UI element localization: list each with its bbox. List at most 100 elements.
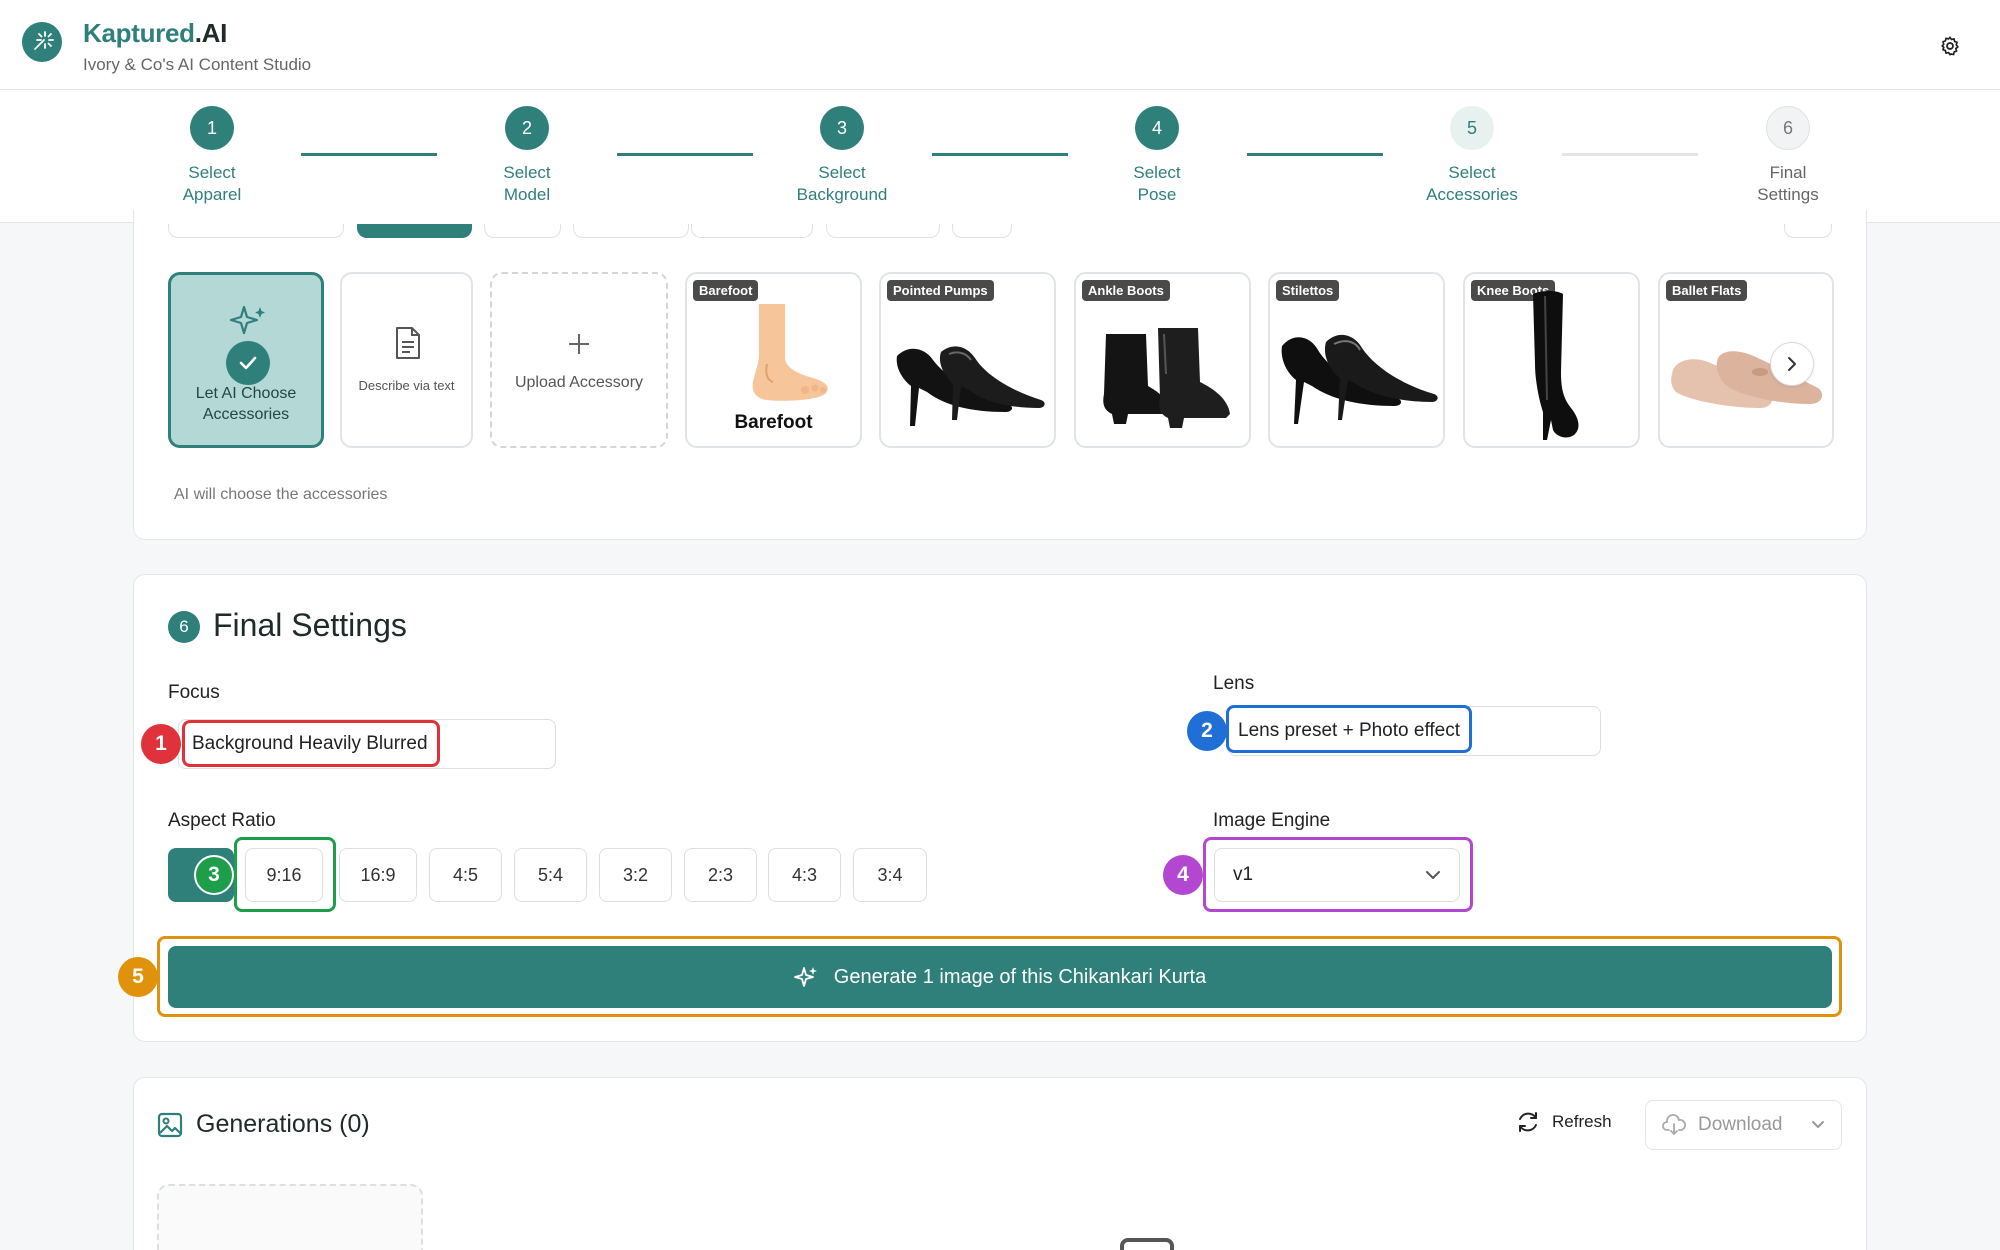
step-label: Final — [1769, 163, 1807, 182]
step-label: Select — [1448, 163, 1496, 182]
section-number-badge: 6 — [168, 611, 200, 643]
filter-chip[interactable] — [573, 224, 689, 238]
step-label: Accessories — [1426, 185, 1518, 204]
progress-stepper: 1 Select Apparel 2 Select Model 3 Select Ba… — [0, 90, 2000, 223]
accessory-tile-pointed-pumps[interactable]: Pointed Pumps — [879, 272, 1056, 448]
accessory-tile-knee-boots[interactable]: Knee Boots — [1463, 272, 1640, 448]
download-button[interactable]: Download — [1645, 1100, 1842, 1150]
filter-chip[interactable] — [1784, 224, 1832, 238]
empty-state-icon — [1120, 1238, 1174, 1250]
focus-input[interactable]: Background Heavily Blurred — [178, 719, 556, 769]
filter-chip[interactable] — [952, 224, 1012, 238]
accessory-tag: Pointed Pumps — [887, 280, 994, 301]
document-icon — [396, 327, 420, 359]
accessory-tag: Barefoot — [693, 280, 759, 301]
refresh-icon — [1519, 1112, 1537, 1132]
aspect-ratio-option[interactable]: 3:2 — [599, 848, 672, 902]
app-header: Kaptured.AI Ivory & Co's AI Content Stud… — [0, 0, 2000, 90]
generations-title: Generations (0) — [196, 1110, 370, 1138]
annotation-badge: 2 — [1187, 711, 1227, 751]
refresh-button[interactable]: Refresh — [1516, 1110, 1612, 1134]
tile-label: Upload Accessory — [514, 374, 644, 391]
step-number: 4 — [1135, 106, 1179, 150]
annotation-badge: 3 — [194, 855, 234, 895]
barefoot-image — [752, 304, 828, 401]
aspect-ratio-option[interactable]: 3:4 — [853, 848, 927, 902]
step-select-pose[interactable]: 4 Select Pose — [1077, 106, 1237, 206]
focus-label: Focus — [168, 682, 220, 703]
aspect-ratio-option[interactable]: 4:5 — [429, 848, 502, 902]
image-engine-select[interactable]: v1 — [1214, 848, 1460, 902]
gear-icon[interactable] — [1934, 30, 1966, 62]
accessory-tile-stilettos[interactable]: Stilettos — [1268, 272, 1445, 448]
step-number: 3 — [820, 106, 864, 150]
chevron-down-icon — [1812, 1121, 1824, 1128]
step-select-accessories[interactable]: 5 Select Accessories — [1392, 106, 1552, 206]
describe-via-text-tile[interactable]: Describe via text — [340, 272, 473, 448]
accessory-tile-ankle-boots[interactable]: Ankle Boots — [1074, 272, 1251, 448]
filter-chip[interactable] — [691, 224, 813, 238]
filter-chip[interactable] — [484, 224, 561, 238]
step-select-model[interactable]: 2 Select Model — [447, 106, 607, 206]
generate-button[interactable]: Generate 1 image of this Chikankari Kurt… — [168, 946, 1832, 1008]
chevron-right-icon[interactable] — [1770, 342, 1814, 386]
accessory-tag: Stilettos — [1276, 280, 1340, 301]
section-title: Final Settings — [213, 607, 407, 643]
generation-placeholder — [157, 1184, 423, 1250]
download-label: Download — [1698, 1114, 1783, 1135]
step-connector — [301, 153, 437, 156]
image-engine-label: Image Engine — [1213, 810, 1331, 831]
annotation-badge: 4 — [1163, 855, 1203, 895]
generate-label: Generate 1 image of this Chikankari Kurt… — [833, 965, 1207, 988]
step-label: Apparel — [182, 185, 242, 204]
step-label: Pose — [1137, 185, 1177, 204]
accessory-tag: Ballet Flats — [1666, 280, 1748, 301]
accessories-note: AI will choose the accessories — [174, 486, 388, 503]
annotation-badge: 5 — [118, 957, 158, 997]
step-label: Settings — [1757, 185, 1819, 204]
step-number: 1 — [190, 106, 234, 150]
sparkle-icon — [793, 967, 817, 987]
studio-subtitle: Ivory & Co's AI Content Studio — [83, 55, 312, 74]
accessory-tile-barefoot[interactable]: Barefoot Barefoot — [685, 272, 862, 448]
lens-label: Lens — [1213, 673, 1255, 694]
step-final-settings[interactable]: 6 Final Settings — [1708, 106, 1868, 206]
refresh-label: Refresh — [1552, 1112, 1612, 1131]
aspect-ratio-option[interactable]: 16:9 — [339, 848, 417, 902]
step-number: 2 — [505, 106, 549, 150]
aspect-ratio-label: Aspect Ratio — [168, 810, 276, 831]
step-label: Select — [188, 163, 236, 182]
filter-chip[interactable] — [826, 224, 940, 238]
sparkle-icon — [229, 305, 265, 335]
accessory-caption: Barefoot — [734, 412, 813, 433]
aspect-ratio-option[interactable]: 9:16 — [245, 848, 323, 902]
step-connector — [1247, 153, 1383, 156]
tile-label: Describe via text — [358, 378, 455, 393]
filter-chip[interactable] — [168, 224, 344, 238]
step-select-apparel[interactable]: 1 Select Apparel — [132, 106, 292, 206]
step-label: Select — [818, 163, 866, 182]
step-select-background[interactable]: 3 Select Background — [762, 106, 922, 206]
pointed-pumps-image — [896, 346, 1045, 426]
wand-sparkle-icon[interactable] — [22, 22, 62, 62]
step-label: Background — [796, 185, 888, 204]
filter-chip-active[interactable] — [357, 224, 472, 238]
aspect-ratio-option[interactable]: 4:3 — [768, 848, 841, 902]
tile-label: Let AI Choose — [195, 385, 297, 402]
ankle-boots-image — [1103, 328, 1230, 428]
brand-name: Kaptured.AI — [83, 18, 228, 48]
accessory-tag: Ankle Boots — [1082, 280, 1170, 301]
annotation-badge: 1 — [141, 724, 181, 764]
step-number: 6 — [1766, 106, 1810, 150]
lens-input[interactable]: Lens preset + Photo effect — [1227, 706, 1601, 756]
let-ai-choose-tile[interactable]: Let AI Choose Accessories — [168, 272, 324, 448]
step-connector — [1562, 153, 1698, 156]
step-label: Select — [1133, 163, 1181, 182]
upload-accessory-tile[interactable]: Upload Accessory — [490, 272, 668, 448]
aspect-ratio-option[interactable]: 2:3 — [684, 848, 757, 902]
step-number: 5 — [1450, 106, 1494, 150]
knee-boots-image — [1533, 291, 1579, 440]
cloud-download-icon — [1662, 1114, 1686, 1135]
aspect-ratio-option[interactable]: 5:4 — [514, 848, 587, 902]
selected-engine: v1 — [1233, 864, 1254, 885]
